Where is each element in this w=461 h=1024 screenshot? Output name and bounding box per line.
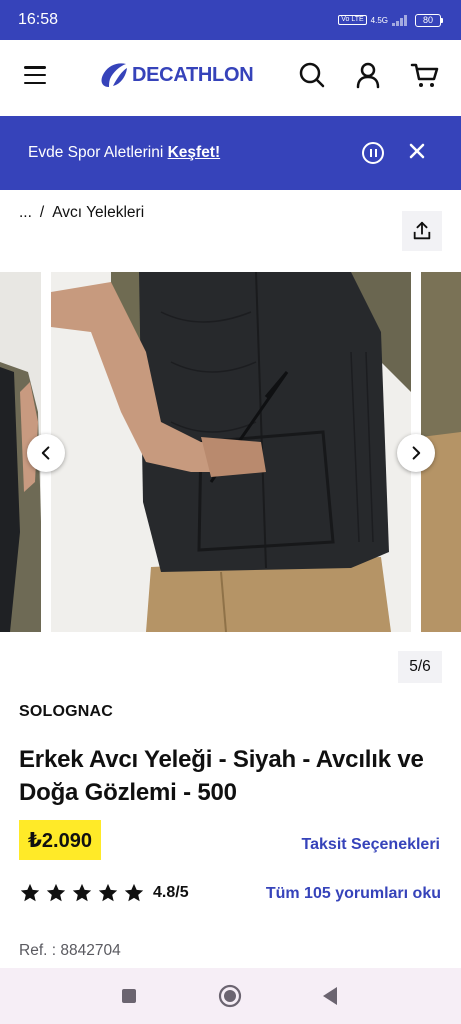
product-gallery[interactable]	[0, 272, 461, 632]
rating-stars[interactable]: 4.8/5	[19, 882, 189, 904]
product-price: ₺2.090	[19, 820, 101, 860]
cart-icon[interactable]	[410, 60, 440, 90]
product-ref: Ref. : 8842704	[19, 942, 121, 959]
status-bar: 16:58 Vo LTE 4.5G 80	[0, 0, 461, 40]
recents-icon[interactable]	[121, 988, 137, 1009]
rating-value: 4.8/5	[153, 884, 189, 901]
star-icon	[72, 883, 92, 902]
signal-icon	[392, 14, 407, 26]
breadcrumb-separator: /	[39, 204, 45, 221]
battery-level: 80	[415, 13, 441, 27]
star-icon	[20, 883, 40, 902]
decathlon-logo-mark-icon	[101, 63, 127, 87]
promo-text: Evde Spor Aletlerini	[28, 144, 164, 161]
decathlon-logo[interactable]: DECATHLON	[100, 62, 254, 88]
gallery-counter: 5/6	[398, 651, 442, 683]
battery-icon: 80	[415, 13, 443, 27]
chevron-right-icon	[412, 446, 421, 460]
close-icon[interactable]	[404, 138, 430, 164]
installments-link[interactable]: Taksit Seçenekleri	[302, 836, 440, 854]
site-header: DECATHLON	[0, 40, 461, 116]
search-icon[interactable]	[297, 60, 327, 90]
product-title: Erkek Avcı Yeleği - Siyah - Avcılık ve D…	[19, 746, 424, 806]
account-icon[interactable]	[353, 60, 383, 90]
back-icon[interactable]	[321, 986, 339, 1011]
share-icon[interactable]	[402, 211, 442, 251]
product-brand[interactable]: SOLOGNAC	[19, 703, 113, 721]
promo-banner: Evde Spor Aletlerini Keşfet!	[0, 116, 461, 190]
menu-icon[interactable]	[24, 66, 46, 84]
system-nav-bar	[0, 968, 461, 1024]
breadcrumb-ellipsis[interactable]: ...	[19, 204, 32, 222]
gallery-next-button[interactable]	[397, 434, 435, 472]
breadcrumb-current[interactable]: Avcı Yelekleri	[52, 204, 144, 222]
chevron-left-icon	[41, 446, 50, 460]
star-icon	[46, 883, 66, 902]
promo-message: Evde Spor Aletlerini Keşfet!	[28, 144, 220, 162]
pause-icon[interactable]	[362, 142, 384, 164]
promo-link[interactable]: Keşfet!	[168, 144, 221, 161]
status-time: 16:58	[18, 11, 59, 28]
volte-badge: Vo LTE	[338, 15, 367, 25]
network-type: 4.5G	[370, 15, 388, 25]
gallery-main-image[interactable]	[51, 272, 411, 632]
logo-text: DECATHLON	[132, 63, 254, 86]
reviews-link[interactable]: Tüm 105 yorumları oku	[266, 885, 441, 903]
breadcrumb: ... / Avcı Yelekleri	[19, 204, 144, 222]
star-icon	[98, 883, 118, 902]
star-icon	[124, 883, 144, 902]
gallery-prev-button[interactable]	[27, 434, 65, 472]
status-icons: Vo LTE 4.5G 80	[338, 13, 443, 27]
home-icon[interactable]	[218, 984, 242, 1013]
